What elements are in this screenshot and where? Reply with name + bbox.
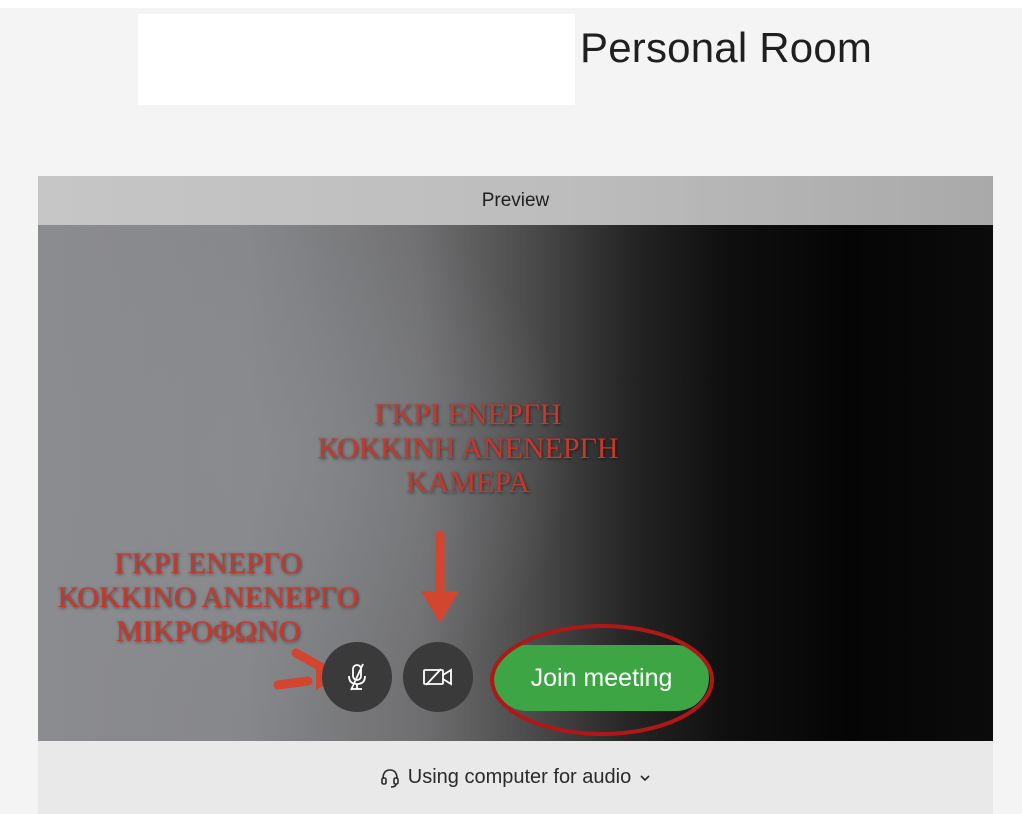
annotation-camera-line-1: ΓΚΡΙ ΕΝΕΡΓΗ <box>374 398 562 431</box>
meeting-preview-page: Personal Room Preview ΓΚΡΙ ΕΝΕΡΓΗ ΚΟΚΚΙΝ… <box>0 0 1022 814</box>
chevron-down-icon <box>639 774 651 782</box>
annotation-microphone: ΓΚΡΙ ΕΝΕΡΓΟ ΚΟΚΚΙΝΟ ΑΝΕΝΕΡΓΟ ΜΙΚΡΟΦΩΝΟ <box>38 547 398 649</box>
headset-icon <box>380 767 400 789</box>
arrow-down-icon <box>421 530 459 623</box>
audio-option-label: Using computer for audio <box>407 766 632 788</box>
audio-selector[interactable]: Using computer for audio <box>38 741 993 814</box>
join-meeting-button[interactable]: Join meeting <box>494 645 709 711</box>
preview-label: Preview <box>481 190 550 211</box>
annotation-camera: ΓΚΡΙ ΕΝΕΡΓΗ ΚΟΚΚΙΝΗ ΑΝΕΝΕΡΓΗ ΚΑΜΕΡΑ <box>278 398 658 500</box>
video-preview: ΓΚΡΙ ΕΝΕΡΓΗ ΚΟΚΚΙΝΗ ΑΝΕΝΕΡΓΗ ΚΑΜΕΡΑ ΓΚΡΙ… <box>38 225 993 741</box>
preview-panel: Preview ΓΚΡΙ ΕΝΕΡΓΗ ΚΟΚΚΙΝΗ ΑΝΕΝΕΡΓΗ ΚΑΜ… <box>38 176 993 814</box>
annotation-camera-line-2: ΚΟΚΚΙΝΗ ΑΝΕΝΕΡΓΗ <box>317 432 619 465</box>
stop-video-button[interactable] <box>403 642 473 712</box>
video-camera-icon <box>423 668 452 686</box>
annotation-mic-line-1: ΓΚΡΙ ΕΝΕΡΓΟ <box>114 547 302 580</box>
page-title: Personal Room <box>580 24 873 71</box>
annotation-camera-line-3: ΚΑΜΕΡΑ <box>406 466 530 499</box>
top-strip <box>0 0 1022 8</box>
preview-header: Preview <box>38 176 993 225</box>
redacted-name-block <box>138 14 575 105</box>
annotation-mic-line-2: ΚΟΚΚΙΝΟ ΑΝΕΝΕΡΓΟ <box>57 581 359 614</box>
mute-microphone-button[interactable] <box>322 642 392 712</box>
microphone-muted-icon <box>348 663 366 691</box>
